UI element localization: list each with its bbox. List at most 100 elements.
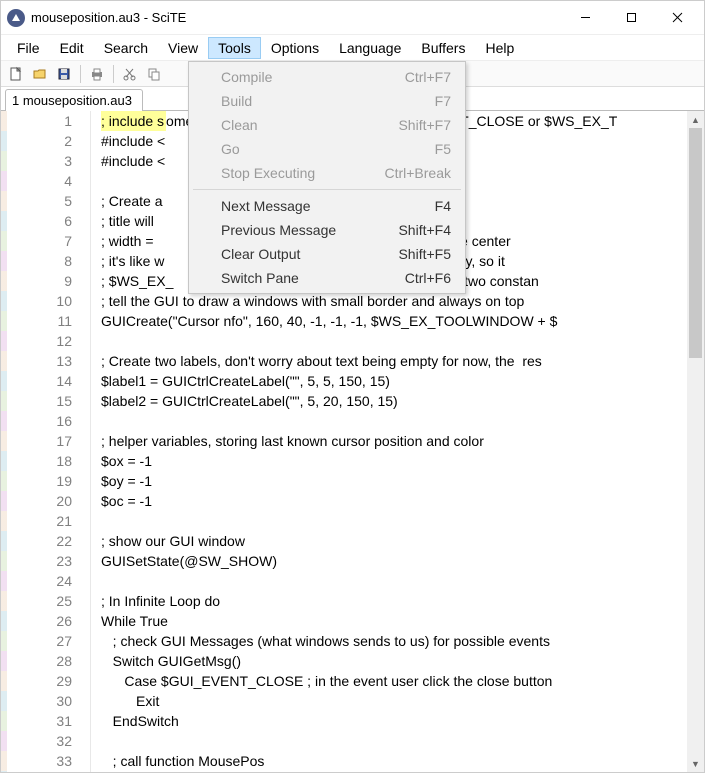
line-number: 14 <box>7 371 72 391</box>
menu-separator <box>193 189 461 190</box>
menu-search[interactable]: Search <box>94 37 158 59</box>
menu-language[interactable]: Language <box>329 37 411 59</box>
menu-item-label: Switch Pane <box>221 270 405 286</box>
menu-item-switch-pane[interactable]: Switch PaneCtrl+F6 <box>191 266 463 290</box>
line-number: 25 <box>7 591 72 611</box>
line-number: 7 <box>7 231 72 251</box>
line-number: 20 <box>7 491 72 511</box>
marker-margin <box>1 111 7 772</box>
code-line[interactable]: $oc = -1 <box>101 491 687 511</box>
code-line[interactable]: While True <box>101 611 687 631</box>
menu-item-compile: CompileCtrl+F7 <box>191 65 463 89</box>
scrollbar-thumb[interactable] <box>689 128 702 358</box>
menu-item-shortcut: Shift+F7 <box>398 117 451 133</box>
toolbar-open-icon[interactable] <box>29 63 51 85</box>
menu-item-label: Stop Executing <box>221 165 384 181</box>
code-line[interactable]: ; In Infinite Loop do <box>101 591 687 611</box>
code-line[interactable]: Case $GUI_EVENT_CLOSE ; in the event use… <box>101 671 687 691</box>
line-number: 17 <box>7 431 72 451</box>
scroll-down-icon[interactable]: ▼ <box>687 755 704 772</box>
menu-item-build: BuildF7 <box>191 89 463 113</box>
menu-options[interactable]: Options <box>261 37 329 59</box>
menu-tools[interactable]: Tools <box>208 37 261 59</box>
minimize-button[interactable] <box>562 3 608 33</box>
line-number: 5 <box>7 191 72 211</box>
menu-item-clean: CleanShift+F7 <box>191 113 463 137</box>
code-line[interactable]: ; show our GUI window <box>101 531 687 551</box>
file-tab[interactable]: 1 mouseposition.au3 <box>5 89 143 111</box>
line-number: 10 <box>7 291 72 311</box>
line-number: 23 <box>7 551 72 571</box>
code-line[interactable]: GUISetState(@SW_SHOW) <box>101 551 687 571</box>
menu-item-label: Compile <box>221 69 405 85</box>
scrollbar-track[interactable] <box>687 128 704 755</box>
titlebar: mouseposition.au3 - SciTE <box>1 1 704 35</box>
code-line[interactable] <box>101 571 687 591</box>
code-line[interactable]: GUICreate("Cursor nfo", 160, 40, -1, -1,… <box>101 311 687 331</box>
toolbar-save-icon[interactable] <box>53 63 75 85</box>
line-number: 24 <box>7 571 72 591</box>
code-line[interactable]: $label2 = GUICtrlCreateLabel("", 5, 20, … <box>101 391 687 411</box>
line-number: 30 <box>7 691 72 711</box>
code-line[interactable] <box>101 731 687 751</box>
line-number: 33 <box>7 751 72 771</box>
menu-item-shortcut: F4 <box>435 198 451 214</box>
code-line[interactable]: ; Create two labels, don't worry about t… <box>101 351 687 371</box>
app-icon <box>7 9 25 27</box>
code-line[interactable]: ; call function MousePos <box>101 751 687 771</box>
code-line[interactable]: Exit <box>101 691 687 711</box>
toolbar-cut-icon[interactable] <box>119 63 141 85</box>
line-number: 13 <box>7 351 72 371</box>
menu-file[interactable]: File <box>7 37 50 59</box>
code-line[interactable] <box>101 511 687 531</box>
line-number: 15 <box>7 391 72 411</box>
code-line[interactable]: $oy = -1 <box>101 471 687 491</box>
menu-item-shortcut: Ctrl+F7 <box>405 69 451 85</box>
menu-item-stop-executing: Stop ExecutingCtrl+Break <box>191 161 463 185</box>
code-line[interactable]: EndSwitch <box>101 711 687 731</box>
code-line[interactable]: $label1 = GUICtrlCreateLabel("", 5, 5, 1… <box>101 371 687 391</box>
menubar: FileEditSearchViewToolsOptionsLanguageBu… <box>1 35 704 61</box>
line-number: 8 <box>7 251 72 271</box>
line-number: 29 <box>7 671 72 691</box>
code-line[interactable]: Switch GUIGetMsg() <box>101 651 687 671</box>
code-line[interactable] <box>101 411 687 431</box>
code-line[interactable] <box>101 331 687 351</box>
toolbar-new-icon[interactable] <box>5 63 27 85</box>
line-number: 4 <box>7 171 72 191</box>
close-button[interactable] <box>654 3 700 33</box>
code-line[interactable]: ; tell the GUI to draw a windows with sm… <box>101 291 687 311</box>
menu-item-shortcut: Shift+F4 <box>398 222 451 238</box>
code-line[interactable]: $ox = -1 <box>101 451 687 471</box>
menu-item-shortcut: Ctrl+Break <box>384 165 451 181</box>
menu-item-go: GoF5 <box>191 137 463 161</box>
menu-item-previous-message[interactable]: Previous MessageShift+F4 <box>191 218 463 242</box>
line-number: 12 <box>7 331 72 351</box>
code-line[interactable]: ; helper variables, storing last known c… <box>101 431 687 451</box>
menu-item-label: Build <box>221 93 435 109</box>
menu-buffers[interactable]: Buffers <box>411 37 475 59</box>
menu-item-shortcut: F5 <box>435 141 451 157</box>
line-number-gutter: 1234567891011121314151617181920212223242… <box>7 111 91 772</box>
vertical-scrollbar[interactable]: ▲ ▼ <box>687 111 704 772</box>
line-number: 18 <box>7 451 72 471</box>
menu-item-next-message[interactable]: Next MessageF4 <box>191 194 463 218</box>
line-number: 16 <box>7 411 72 431</box>
toolbar-print-icon[interactable] <box>86 63 108 85</box>
line-number: 22 <box>7 531 72 551</box>
line-number: 19 <box>7 471 72 491</box>
maximize-button[interactable] <box>608 3 654 33</box>
menu-item-shortcut: Shift+F5 <box>398 246 451 262</box>
code-line[interactable]: ; check GUI Messages (what windows sends… <box>101 631 687 651</box>
line-number: 11 <box>7 311 72 331</box>
menu-help[interactable]: Help <box>475 37 524 59</box>
menu-item-shortcut: F7 <box>435 93 451 109</box>
menu-view[interactable]: View <box>158 37 208 59</box>
line-number: 21 <box>7 511 72 531</box>
menu-edit[interactable]: Edit <box>50 37 94 59</box>
menu-item-clear-output[interactable]: Clear OutputShift+F5 <box>191 242 463 266</box>
scroll-up-icon[interactable]: ▲ <box>687 111 704 128</box>
toolbar-copy-icon[interactable] <box>143 63 165 85</box>
window-title: mouseposition.au3 - SciTE <box>31 10 186 25</box>
line-number: 6 <box>7 211 72 231</box>
